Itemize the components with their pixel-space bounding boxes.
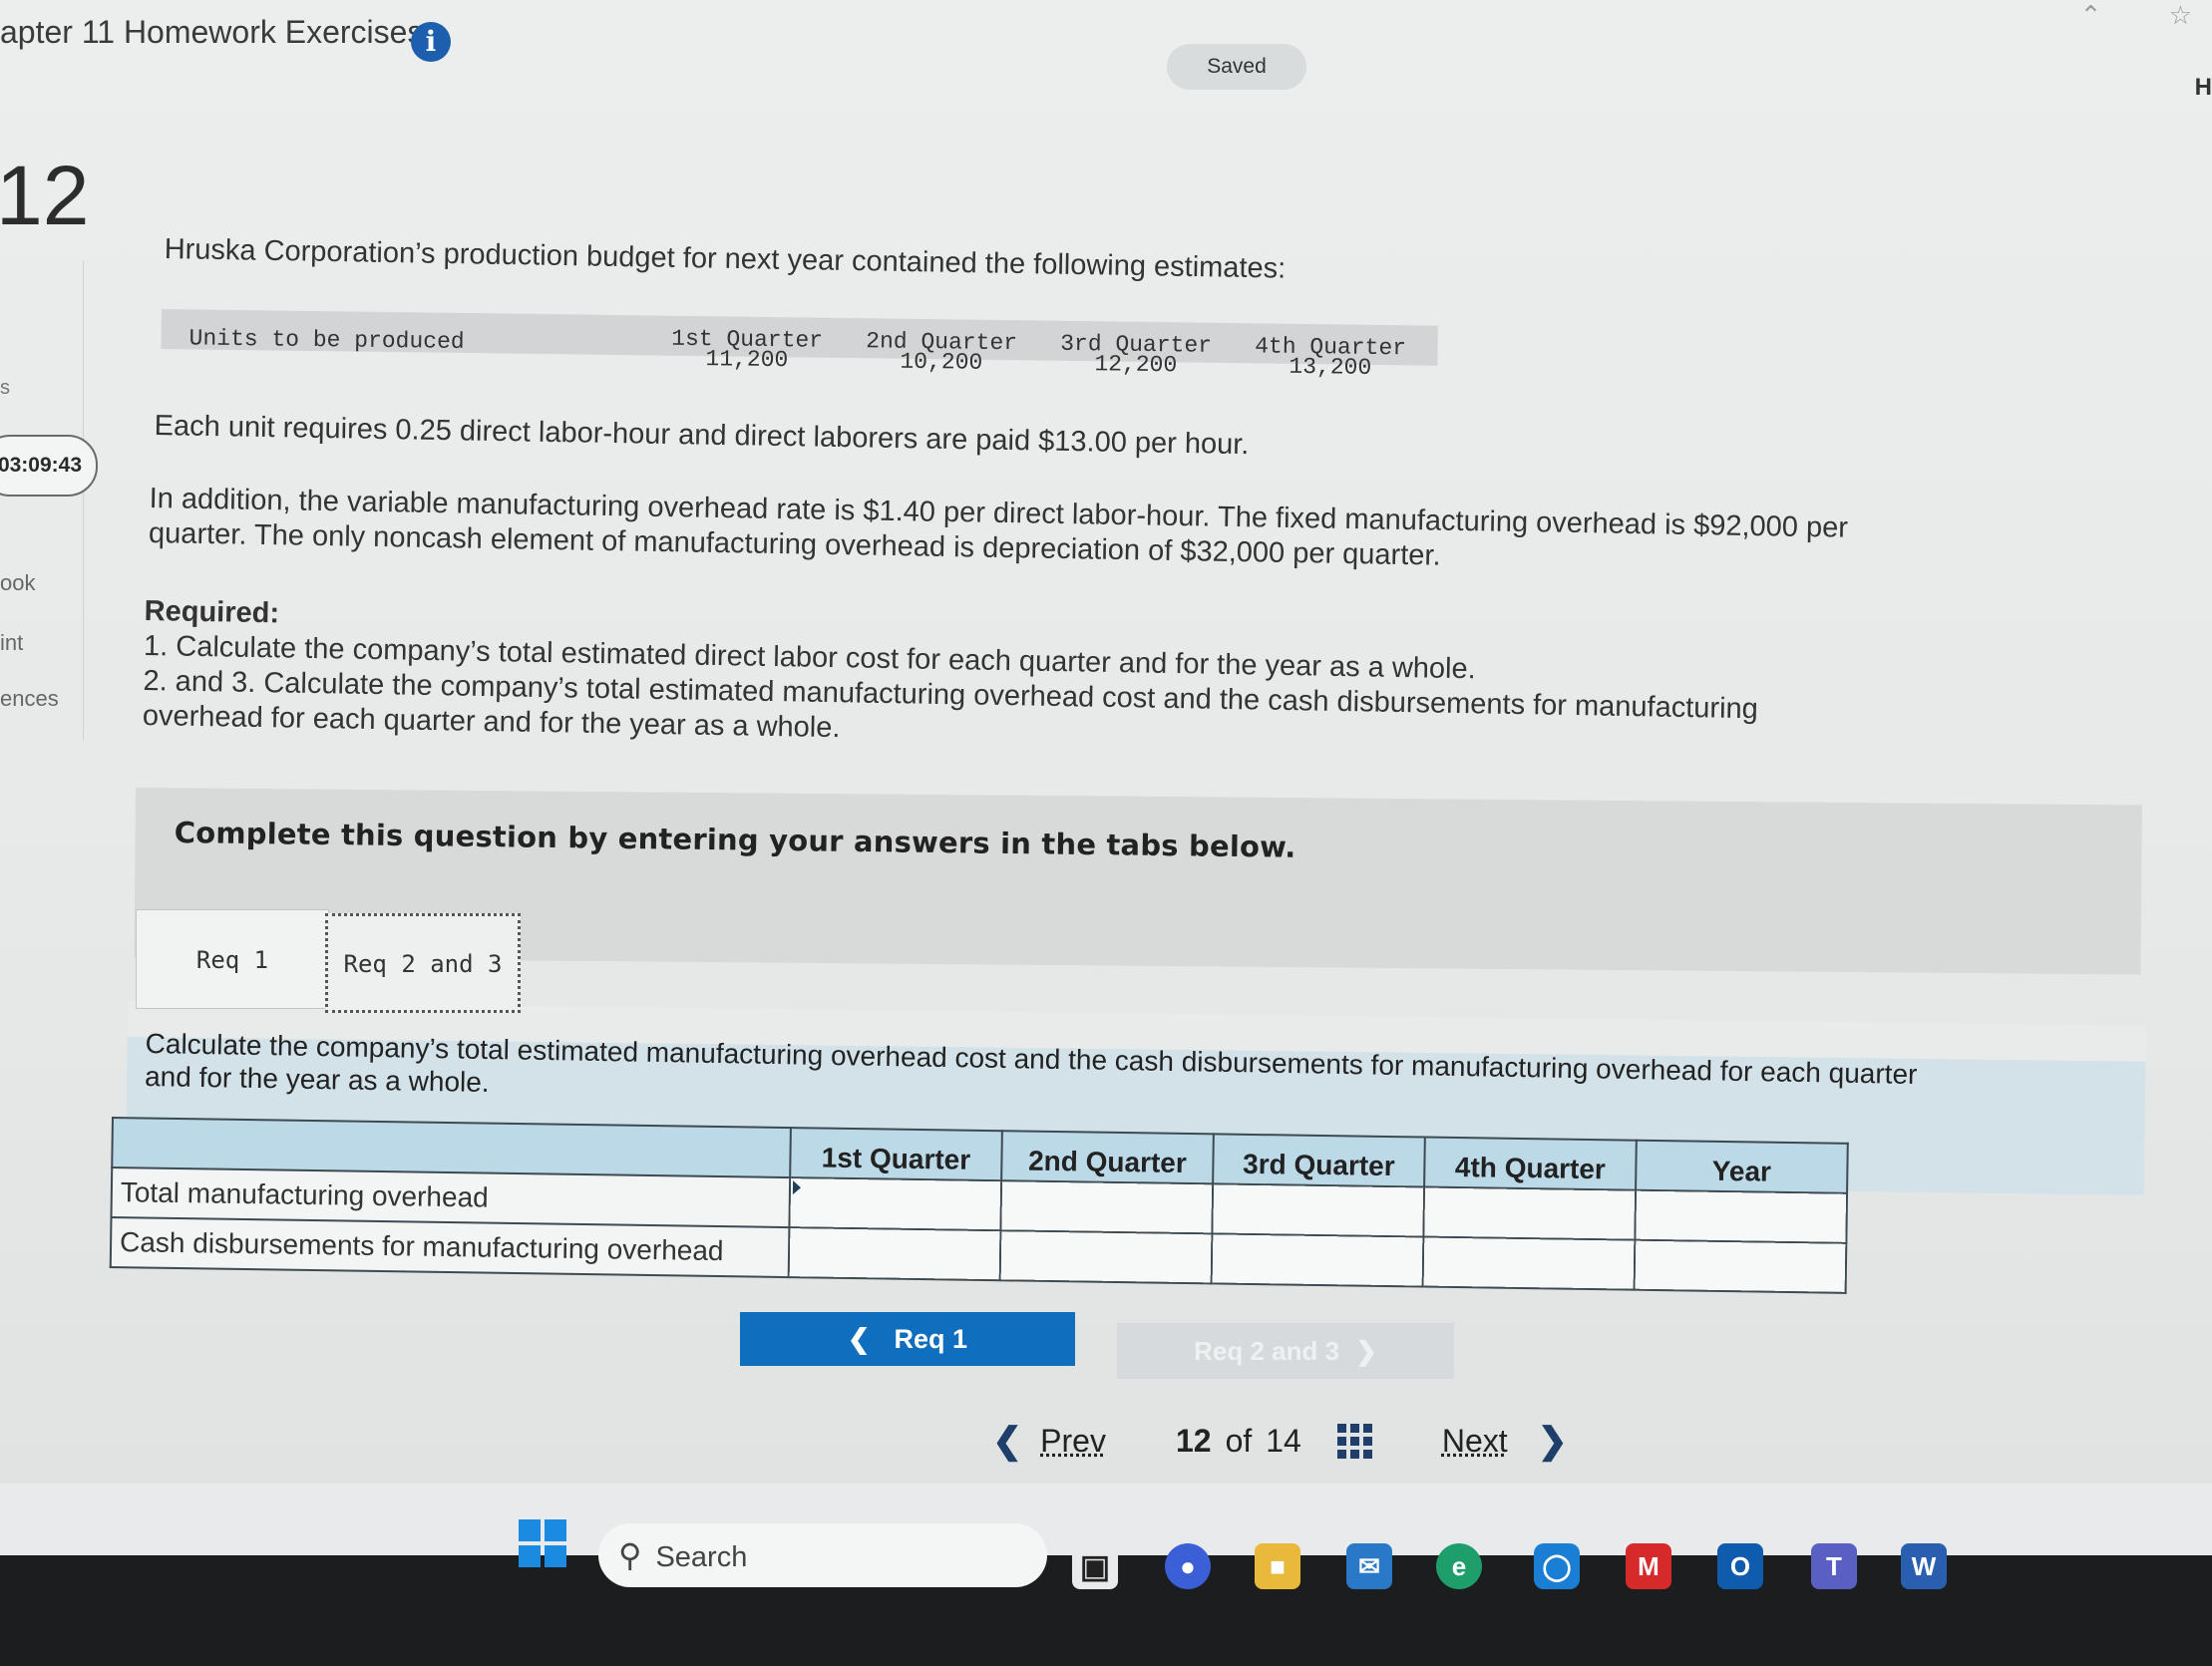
header-q1: 1st Quarter: [790, 1128, 1002, 1181]
budget-value-q2: 10,200: [900, 348, 983, 376]
corner-label: H: [2194, 74, 2212, 101]
header-q4: 4th Quarter: [1424, 1137, 1637, 1190]
timer-badge[interactable]: 03:09:43: [0, 435, 98, 497]
file-explorer-icon[interactable]: ■: [1255, 1543, 1300, 1589]
taskbar-search[interactable]: ⚲ Search: [598, 1523, 1047, 1587]
chevron-left-icon[interactable]: ❮: [992, 1420, 1022, 1462]
word-icon[interactable]: W: [1901, 1543, 1947, 1589]
header-q2: 2nd Quarter: [1001, 1131, 1214, 1184]
search-icon: ⚲: [618, 1537, 642, 1573]
cortana-icon[interactable]: ◯: [1534, 1543, 1580, 1589]
window-corner-icons: ⌃ ☆: [2080, 0, 2192, 31]
budget-value-q3: 12,200: [1094, 351, 1178, 379]
total-overhead-q1-input[interactable]: [789, 1177, 1002, 1231]
cash-disbursements-q1-input[interactable]: [788, 1227, 1001, 1281]
mcafee-icon[interactable]: M: [1626, 1543, 1671, 1589]
page-total: 14: [1266, 1422, 1301, 1459]
total-overhead-year-input[interactable]: [1635, 1189, 1848, 1243]
teams-icon[interactable]: T: [1811, 1543, 1857, 1589]
question-number: 12: [0, 149, 90, 242]
budget-values-row: 11,200 10,200 12,200 13,200: [161, 346, 1437, 382]
print-link[interactable]: int: [0, 630, 23, 656]
next-req-button[interactable]: Req 2 and 3 ❯: [1117, 1323, 1454, 1379]
star-icon[interactable]: ☆: [2169, 0, 2192, 30]
assignment-title: apter 11 Homework Exercises: [0, 14, 424, 50]
cash-disbursements-q2-input[interactable]: [999, 1230, 1213, 1284]
ebook-link[interactable]: ook: [0, 570, 35, 596]
chevron-right-icon: ❯: [1355, 1336, 1377, 1366]
outlook-icon[interactable]: O: [1717, 1543, 1763, 1589]
header-q3: 3rd Quarter: [1213, 1134, 1425, 1187]
required-section: Required: 1. Calculate the company’s tot…: [143, 594, 1760, 762]
row-label-cash-disbursements: Cash disbursements for manufacturing ove…: [110, 1217, 790, 1278]
grid-icon[interactable]: [1336, 1423, 1372, 1459]
cash-disbursements-year-input[interactable]: [1634, 1239, 1847, 1293]
cash-disbursements-q4-input[interactable]: [1422, 1236, 1636, 1290]
labor-text: Each unit requires 0.25 direct labor-hou…: [154, 409, 1250, 462]
tab-req-2-and-3[interactable]: Req 2 and 3: [325, 913, 521, 1013]
pagination: ❮ Prev 12 of 14 Next ❯: [992, 1420, 1568, 1462]
pin-icon[interactable]: ⌃: [2080, 0, 2102, 30]
total-overhead-q4-input[interactable]: [1423, 1186, 1637, 1240]
total-overhead-q2-input[interactable]: [1000, 1180, 1214, 1234]
saved-status-badge: Saved: [1167, 44, 1306, 90]
answer-table: 1st Quarter 2nd Quarter 3rd Quarter 4th …: [110, 1117, 1849, 1294]
chevron-left-icon: ❮: [847, 1324, 871, 1354]
search-label: Search: [655, 1541, 748, 1573]
prev-req-button[interactable]: ❮ Req 1: [740, 1312, 1075, 1366]
budget-value-q4: 13,200: [1289, 353, 1372, 381]
page-current: 12: [1175, 1422, 1212, 1459]
references-link[interactable]: ences: [0, 686, 59, 712]
rail-fragment: s: [0, 377, 10, 399]
page-of: of: [1225, 1422, 1253, 1459]
meet-icon[interactable]: ●: [1165, 1543, 1211, 1589]
edge-browser-icon[interactable]: e: [1436, 1543, 1482, 1589]
problem-intro: Hruska Corporation’s production budget f…: [164, 233, 1287, 285]
budget-value-q1: 11,200: [705, 346, 789, 374]
mail-icon[interactable]: ✉: [1346, 1543, 1392, 1589]
tab-req-1[interactable]: Req 1: [136, 909, 329, 1009]
total-overhead-q3-input[interactable]: [1212, 1183, 1425, 1237]
rail-divider: [0, 261, 84, 740]
prev-link[interactable]: Prev: [1040, 1423, 1106, 1460]
cash-disbursements-q3-input[interactable]: [1211, 1233, 1424, 1287]
prev-req-label: Req 1: [894, 1324, 968, 1354]
budget-row-label: Units to be produced: [188, 325, 465, 355]
next-req-label: Req 2 and 3: [1194, 1336, 1340, 1366]
next-link[interactable]: Next: [1442, 1423, 1508, 1460]
overhead-paragraph: In addition, the variable manufacturing …: [149, 482, 1848, 581]
header-year: Year: [1636, 1140, 1848, 1193]
info-icon[interactable]: i: [411, 22, 451, 62]
production-budget-table: Units to be produced 1st Quarter 2nd Qua…: [161, 309, 1438, 382]
windows-start-icon[interactable]: [519, 1519, 566, 1567]
task-view-icon[interactable]: ▣: [1072, 1543, 1118, 1589]
chevron-right-icon[interactable]: ❯: [1538, 1420, 1568, 1462]
